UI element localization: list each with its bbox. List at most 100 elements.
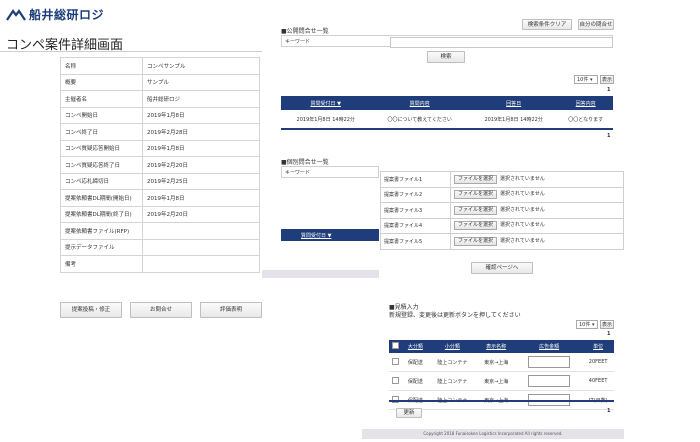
file-row: 提案書ファイル5 ファイルを選択 選択されていません	[380, 233, 624, 250]
table-cell: 〇〇となります	[558, 110, 613, 129]
private-keyword-row: キーワード	[281, 166, 379, 178]
file-input-cell: ファイルを選択 選択されていません	[450, 217, 624, 234]
public-show-button[interactable]: 表示	[600, 75, 614, 84]
row-checkbox[interactable]	[392, 357, 400, 365]
file-status: 選択されていません	[500, 191, 545, 198]
detail-row: コンペ質疑応答開始日 2019年1月8日	[60, 139, 260, 157]
copyright-text: Copyright 2018 Funaisoken Logistics Inco…	[423, 431, 563, 436]
detail-label: コンペ質疑応答終了日	[60, 156, 143, 174]
row-check-cell	[389, 353, 403, 372]
file-status: 選択されていません	[500, 222, 545, 229]
file-input-cell: ファイルを選択 選択されていません	[450, 202, 624, 219]
choose-file-button[interactable]: ファイルを選択	[454, 174, 498, 184]
detail-row: コンペ応札締切日 2019年2月25日	[60, 172, 260, 190]
table-row: 保配送 陸上コンテナ 東京→上海 40FEET	[389, 371, 614, 391]
private-date-column[interactable]: 質問受付日 ▼	[301, 232, 331, 239]
update-button[interactable]: 更新	[396, 408, 422, 418]
amount-input[interactable]	[528, 375, 571, 387]
keyword-input[interactable]	[390, 37, 613, 48]
amount-cell	[515, 371, 583, 391]
file-label: 提案書ファイル2	[380, 186, 451, 203]
detail-row: 備考	[60, 255, 260, 273]
detail-label: 概要	[60, 73, 143, 91]
detail-row: コンペ開始日 2019年1月8日	[60, 106, 260, 124]
keyword-label: キーワード	[285, 39, 311, 45]
competition-detail-table: 名称 コンペサンプル 概要 サンプル 主催者名 船井総研ロジ コンペ開始日 2019年1月8日…	[60, 57, 260, 273]
estimate-column-header[interactable]: 大分類	[402, 340, 429, 353]
major-category: 保配送	[402, 371, 429, 391]
estimate-column-header[interactable]: 小分類	[428, 340, 477, 353]
estimate-per-page-value: 10件	[579, 322, 591, 328]
file-status: 選択されていません	[500, 206, 545, 213]
evaluation-button[interactable]: 評価表明	[200, 302, 262, 318]
detail-row: 概要 サンプル	[60, 73, 260, 91]
detail-label: 名称	[60, 57, 143, 75]
detail-value	[142, 255, 260, 273]
choose-file-button[interactable]: ファイルを選択	[454, 236, 498, 246]
file-row: 提案書ファイル2 ファイルを選択 選択されていません	[380, 186, 624, 203]
detail-label: 備考	[60, 255, 143, 273]
public-inquiry-table: 質問受付日 ▼ 質問内容 回答日 回答内容 2019年1月8日 14時22分 〇〇につい…	[281, 96, 613, 129]
detail-row: 主催者名 船井総研ロジ	[60, 90, 260, 108]
amount-input[interactable]	[528, 356, 571, 368]
detail-label: コンペ応札締切日	[60, 172, 143, 190]
minor-category: 陸上コンテナ	[428, 353, 477, 372]
estimate-page-top[interactable]: 1	[607, 331, 610, 337]
public-column-header[interactable]: 回答内容	[558, 96, 613, 110]
row-checkbox[interactable]	[392, 376, 400, 384]
file-label: 提案書ファイル3	[380, 202, 451, 219]
private-inquiry-title: ■個別問合せ一覧	[281, 159, 329, 166]
public-column-header[interactable]: 質問受付日 ▼	[281, 96, 371, 110]
brand-logo[interactable]: 船井総研ロジ	[6, 6, 104, 23]
estimate-footer-bar	[389, 400, 614, 402]
submit-proposal-button[interactable]: 提案投稿・修正	[60, 302, 122, 318]
detail-row: コンペ質疑応答終了日 2019年2月20日	[60, 156, 260, 174]
detail-row: 提示データファイル	[60, 238, 260, 256]
choose-file-button[interactable]: ファイルを選択	[454, 190, 498, 200]
file-row: 提案書ファイル4 ファイルを選択 選択されていません	[380, 217, 624, 234]
estimate-page-bottom[interactable]: 1	[607, 408, 610, 414]
inquiry-button[interactable]: お問合せ	[130, 302, 192, 318]
table-footer-bar	[281, 128, 613, 130]
detail-label: コンペ質疑応答開始日	[60, 139, 143, 157]
estimate-column-header[interactable]: 表示名称	[476, 340, 516, 353]
estimate-column-header[interactable]: 広告金額	[515, 340, 583, 353]
logo-mark-icon	[6, 8, 26, 21]
public-per-page-select[interactable]: 10件 ▾	[574, 75, 598, 84]
table-cell: 〇〇について教えてください	[370, 110, 469, 129]
public-page-bottom[interactable]: 1	[607, 133, 610, 139]
detail-value: 2019年2月28日	[142, 123, 260, 141]
estimate-column-header[interactable]: 単位	[582, 340, 614, 353]
detail-value: 2019年2月20日	[142, 156, 260, 174]
table-row: 保配送 陸上コンテナ 東京→上海 20FEET	[389, 353, 614, 372]
file-row: 提案書ファイル3 ファイルを選択 選択されていません	[380, 202, 624, 219]
choose-file-button[interactable]: ファイルを選択	[454, 221, 498, 231]
search-button[interactable]: 検索	[427, 51, 465, 63]
public-column-header[interactable]: 質問内容	[370, 96, 469, 110]
clear-search-button[interactable]: 検索条件クリア	[522, 19, 572, 30]
keyword-row: キーワード	[281, 35, 613, 48]
my-inquiries-button[interactable]: 自分の問合せ	[578, 19, 614, 30]
public-column-header[interactable]: 回答日	[468, 96, 559, 110]
confirm-page-button[interactable]: 確認ページへ	[471, 262, 533, 274]
estimate-show-button[interactable]: 表示	[600, 320, 614, 329]
detail-row: 提案依頼書ファイル(RFP)	[60, 222, 260, 240]
detail-value	[142, 238, 260, 256]
detail-value: 2019年2月25日	[142, 172, 260, 190]
detail-value: 2019年2月20日	[142, 205, 260, 223]
detail-label: 提案依頼書DL期間(終了日)	[60, 205, 143, 223]
unit: 40FEET	[582, 371, 614, 391]
file-status: 選択されていません	[500, 175, 545, 182]
choose-file-button[interactable]: ファイルを選択	[454, 205, 498, 215]
table-row[interactable]: 2019年1月8日 14時22分 〇〇について教えてください 2019年1月8日 1…	[281, 110, 613, 129]
select-all-checkbox[interactable]	[392, 342, 400, 349]
public-page-top[interactable]: 1	[607, 87, 610, 93]
private-table-header[interactable]: 質問受付日 ▼	[281, 229, 379, 241]
estimate-per-page-select[interactable]: 10件 ▾	[576, 320, 598, 329]
file-label: 提案書ファイル5	[380, 233, 451, 250]
per-page-value: 10件	[577, 77, 589, 83]
display-name: 東京→上海	[476, 371, 516, 391]
title-divider	[0, 51, 262, 52]
amount-cell	[515, 353, 583, 372]
detail-label: 主催者名	[60, 90, 143, 108]
